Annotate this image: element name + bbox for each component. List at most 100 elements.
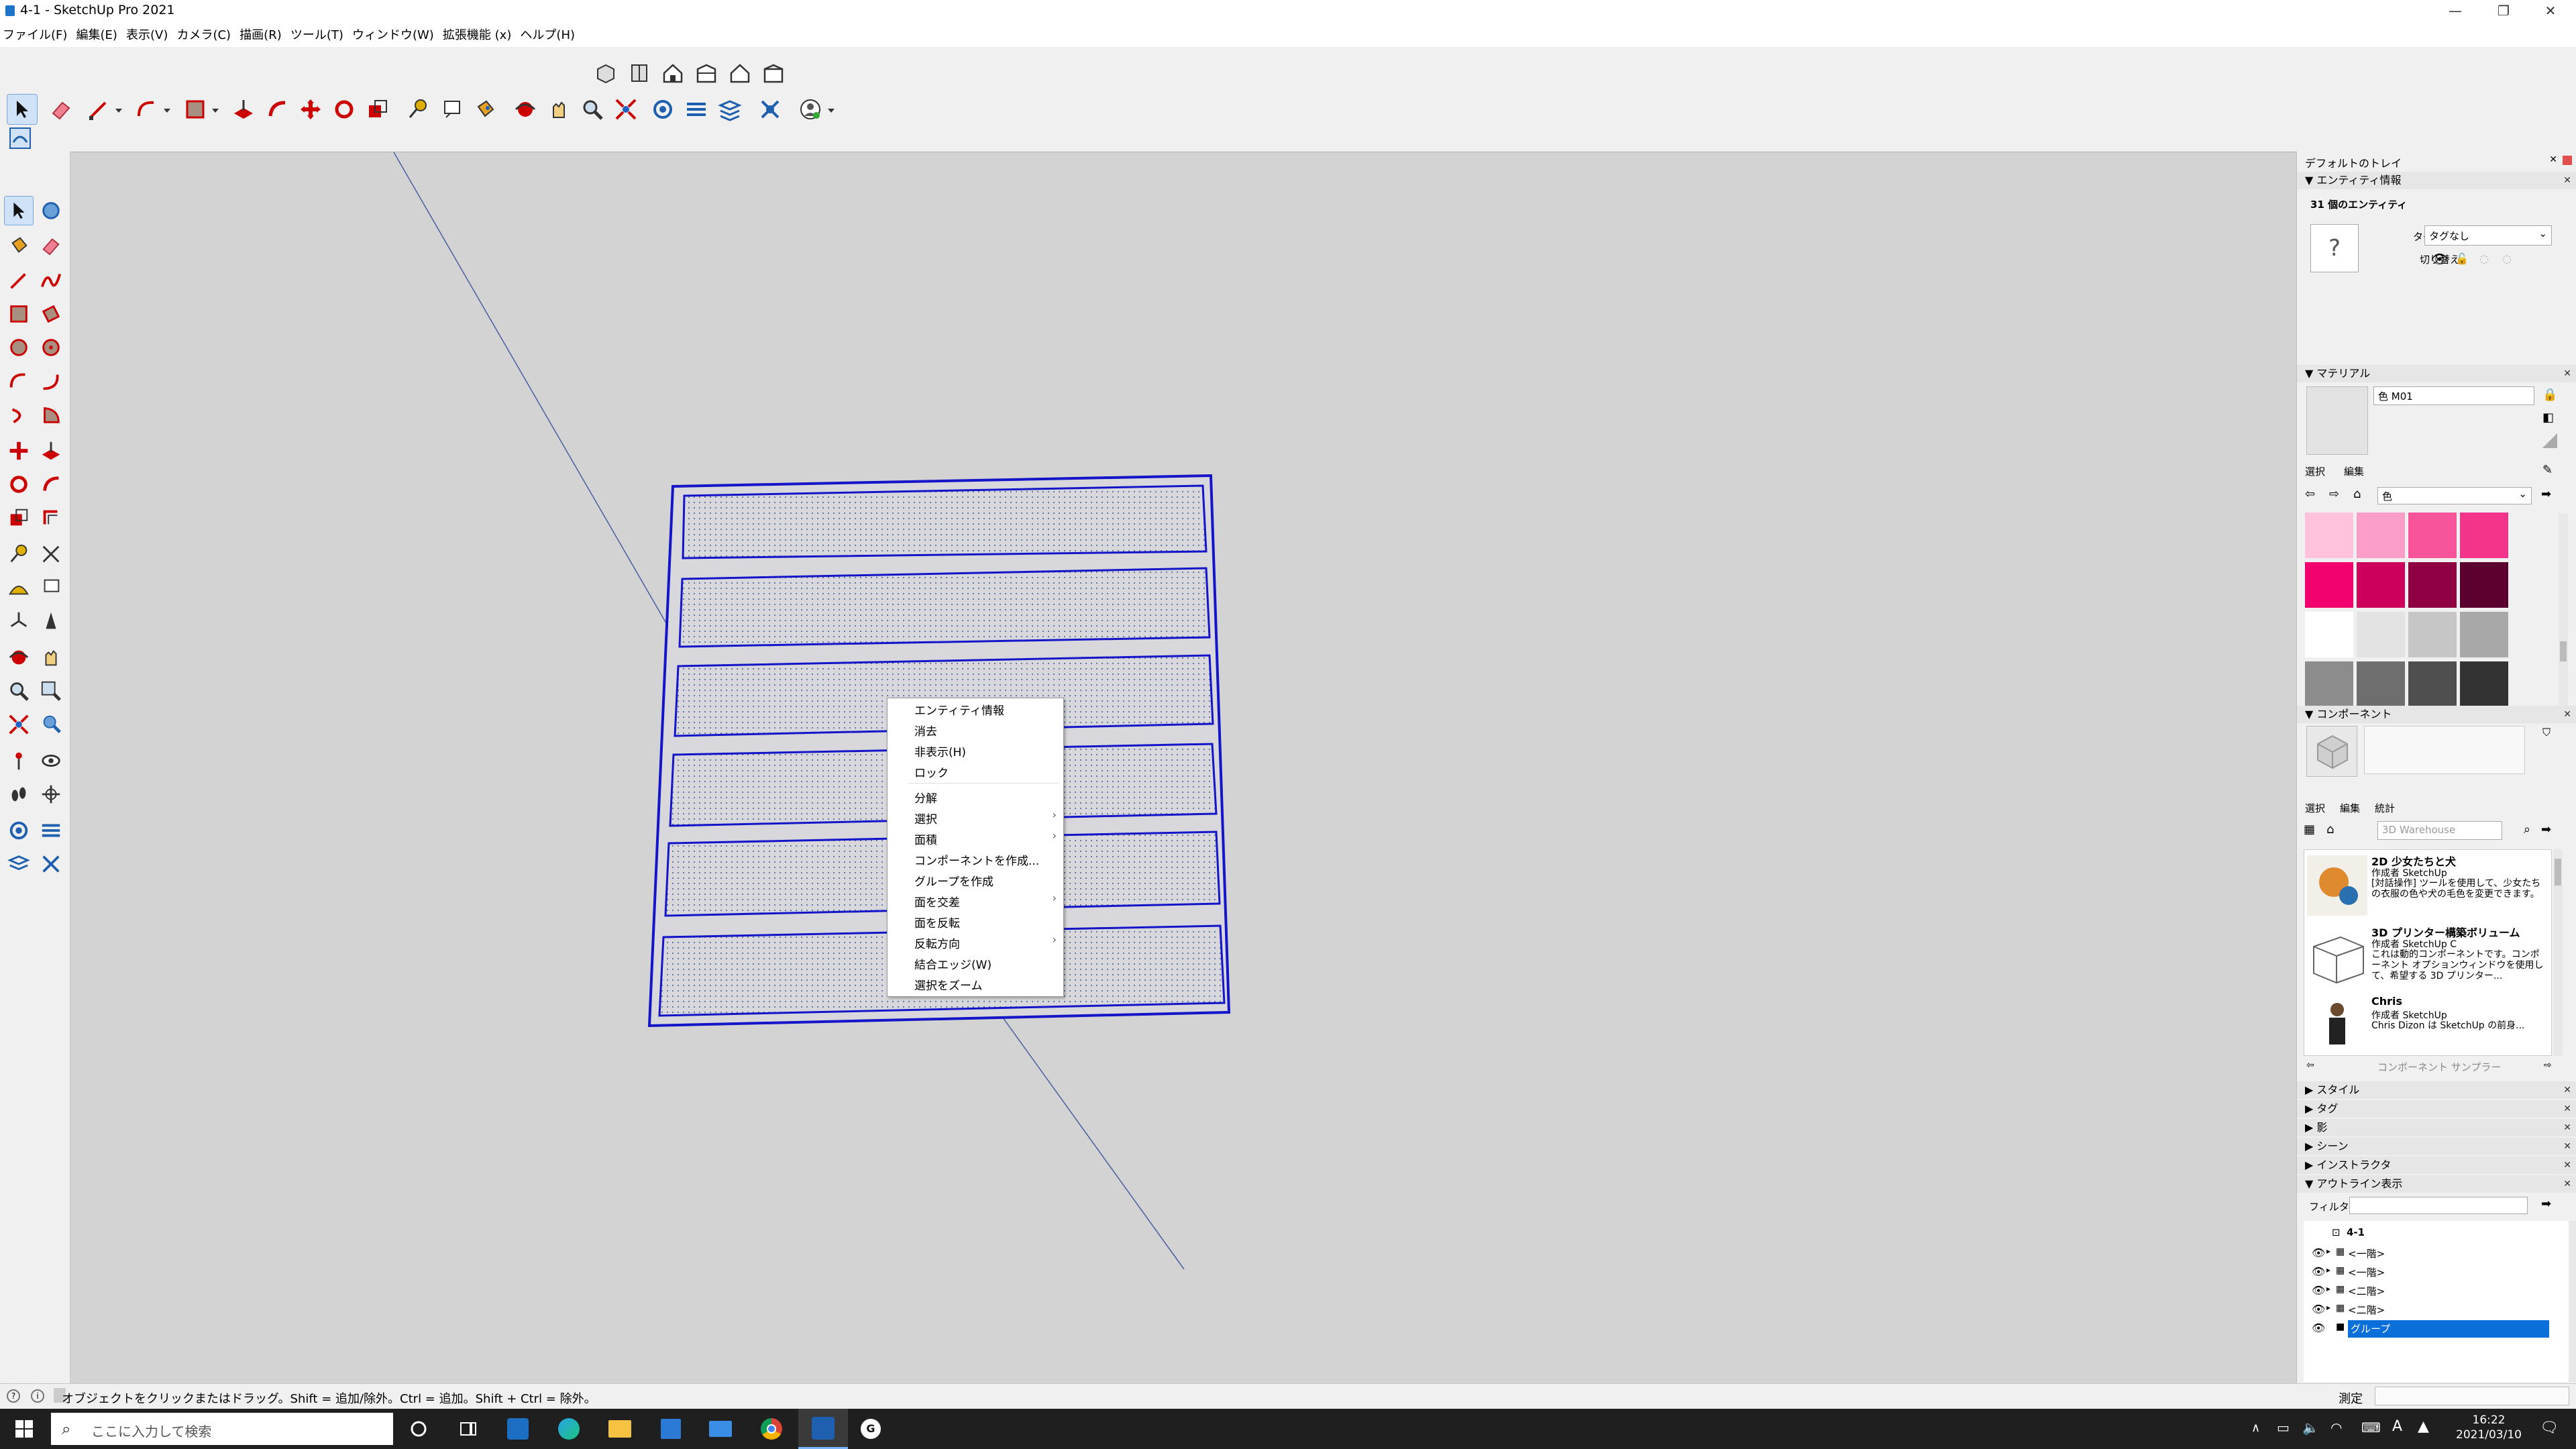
menu-camera[interactable]: カメラ(C)	[174, 23, 233, 46]
keyboard-icon[interactable]: ⌨	[2361, 1419, 2381, 1436]
receive-shadows-icon[interactable]: ◌	[2479, 252, 2489, 265]
line-icon[interactable]	[4, 266, 34, 295]
cast-shadows-icon[interactable]: ◌	[2502, 252, 2512, 265]
visibility-eye-icon[interactable]: 👁	[2431, 251, 2448, 267]
component-list-scrollbar[interactable]	[2553, 849, 2563, 1056]
look-around-icon[interactable]	[36, 746, 66, 775]
styles-header[interactable]: ▶ スタイル ✕	[2297, 1081, 2576, 1099]
3d-text-icon[interactable]	[36, 606, 66, 636]
panel-close-icon[interactable]: ✕	[2563, 1175, 2571, 1193]
sandbox-icon[interactable]	[8, 126, 32, 150]
model-canvas[interactable]	[70, 152, 2296, 1384]
outliner-filter-input[interactable]	[2349, 1197, 2528, 1214]
follow-me-tool-icon[interactable]	[262, 94, 292, 125]
move-icon[interactable]	[4, 436, 34, 466]
tray-pin-icon[interactable]: ✕	[2549, 154, 2557, 165]
details-arrow-icon[interactable]: ➡	[2541, 487, 2551, 501]
ctx-weld-edges[interactable]: 結合エッジ(W)	[914, 955, 991, 972]
panel-close-icon[interactable]: ✕	[2563, 172, 2571, 189]
protractor-icon[interactable]	[4, 573, 34, 602]
panel-close-icon[interactable]: ✕	[2563, 1119, 2571, 1136]
follow-me-icon[interactable]	[36, 470, 66, 499]
3d-viewport[interactable]	[70, 152, 2296, 1383]
material-swatch[interactable]	[2408, 612, 2457, 657]
rectangle-tool-icon[interactable]	[180, 94, 211, 125]
push-pull-icon[interactable]	[36, 436, 66, 466]
layout-icon[interactable]	[4, 849, 34, 879]
material-swatch[interactable]	[2357, 612, 2405, 657]
eraser-tool-icon[interactable]	[46, 94, 76, 125]
table-row[interactable]: 👁 ■ グループ	[2309, 1320, 2564, 1338]
arc-dropdown-icon[interactable]	[164, 109, 170, 113]
dimension-icon[interactable]	[36, 539, 66, 569]
network-icon[interactable]: ▭	[2277, 1419, 2290, 1436]
material-swatch[interactable]	[2357, 513, 2405, 558]
menu-extensions[interactable]: 拡張機能 (x)	[440, 23, 514, 46]
visibility-eye-icon[interactable]: 👁	[2312, 1322, 2325, 1334]
material-swatch[interactable]	[2460, 513, 2508, 558]
measurements-input[interactable]	[2375, 1387, 2569, 1405]
rotate-icon[interactable]	[4, 470, 34, 499]
menu-file[interactable]: ファイル(F)	[0, 23, 70, 46]
warehouse-icon[interactable]	[647, 94, 678, 125]
components-header[interactable]: ▼ コンポーネント ✕	[2297, 706, 2576, 723]
entity-info-header[interactable]: ▼ エンティティ情報 ✕	[2297, 172, 2576, 189]
extension-warehouse-icon[interactable]	[36, 816, 66, 845]
axes-icon[interactable]	[4, 606, 34, 636]
components-tab-edit[interactable]: 編集	[2340, 801, 2360, 815]
lock-icon[interactable]: 🔓	[2455, 252, 2469, 265]
taskbar-clock[interactable]: 16:22 2021/03/10	[2449, 1413, 2529, 1442]
panel-close-icon[interactable]: ✕	[2563, 1138, 2571, 1155]
windows-start-icon[interactable]	[11, 1415, 38, 1442]
back-view-icon[interactable]	[724, 58, 755, 89]
details-arrow-icon[interactable]: ➡	[2541, 1197, 2551, 1211]
swatch-scrollbar[interactable]	[2559, 514, 2568, 712]
eraser-icon[interactable]	[36, 231, 66, 260]
forward-arrow-icon[interactable]: ⇨	[2544, 1060, 2552, 1071]
text-tool-icon[interactable]	[436, 94, 467, 125]
account-dropdown-icon[interactable]	[828, 109, 835, 113]
zoom-icon[interactable]	[4, 676, 34, 706]
visibility-eye-icon[interactable]: 👁	[2312, 1246, 2325, 1259]
home-icon[interactable]: ⌂	[2326, 822, 2334, 837]
tags-header[interactable]: ▶ タグ ✕	[2297, 1100, 2576, 1118]
arc-icon[interactable]	[4, 366, 34, 396]
top-view-icon[interactable]	[624, 58, 655, 89]
task-view-icon[interactable]	[455, 1415, 482, 1442]
ctx-lock[interactable]: ロック	[914, 763, 949, 780]
taskbar-search-input[interactable]: ここに入力して検索	[51, 1413, 393, 1445]
view-options-icon[interactable]: ▦	[2304, 822, 2315, 837]
section-plane-icon[interactable]	[36, 780, 66, 809]
line-tool-icon[interactable]	[83, 94, 114, 125]
expand-arrow-icon[interactable]: ▸	[2326, 1284, 2330, 1293]
outlook-icon[interactable]	[504, 1415, 531, 1442]
material-swatch[interactable]	[2408, 513, 2457, 558]
material-name-field[interactable]: 色 M01	[2373, 386, 2534, 405]
extension-manager-icon[interactable]	[755, 94, 786, 125]
default-material-icon[interactable]: ◧	[2542, 411, 2554, 425]
tape-measure-icon[interactable]	[4, 539, 34, 569]
orbit-icon[interactable]	[4, 643, 34, 672]
minimize-button[interactable]: —	[2435, 0, 2475, 21]
menu-tools[interactable]: ツール(T)	[288, 23, 346, 46]
pan-tool-icon[interactable]	[543, 94, 574, 125]
zoom-tool-icon[interactable]	[577, 94, 608, 125]
sample-paint-icon[interactable]	[2542, 433, 2557, 448]
push-pull-tool-icon[interactable]	[228, 94, 259, 125]
scale-tool-icon[interactable]	[362, 94, 393, 125]
material-swatch[interactable]	[2305, 661, 2353, 707]
right-view-icon[interactable]	[691, 58, 722, 89]
panel-close-icon[interactable]: ✕	[2563, 1081, 2571, 1099]
material-swatch[interactable]	[2305, 612, 2353, 657]
store-icon[interactable]	[657, 1415, 684, 1442]
ctx-select[interactable]: 選択	[914, 810, 937, 826]
menu-window[interactable]: ウィンドウ(W)	[350, 23, 437, 46]
material-swatch[interactable]	[2305, 513, 2353, 558]
material-swatch[interactable]	[2408, 661, 2457, 707]
table-row[interactable]: 👁 ▸ ▦ <一階>	[2309, 1264, 2564, 1281]
front-view-icon[interactable]	[657, 58, 688, 89]
tool-app-icon[interactable]: G	[857, 1415, 884, 1442]
move-tool-icon[interactable]	[295, 94, 326, 125]
lasso-select-icon[interactable]	[36, 196, 66, 225]
arc-tool-icon[interactable]	[131, 94, 162, 125]
